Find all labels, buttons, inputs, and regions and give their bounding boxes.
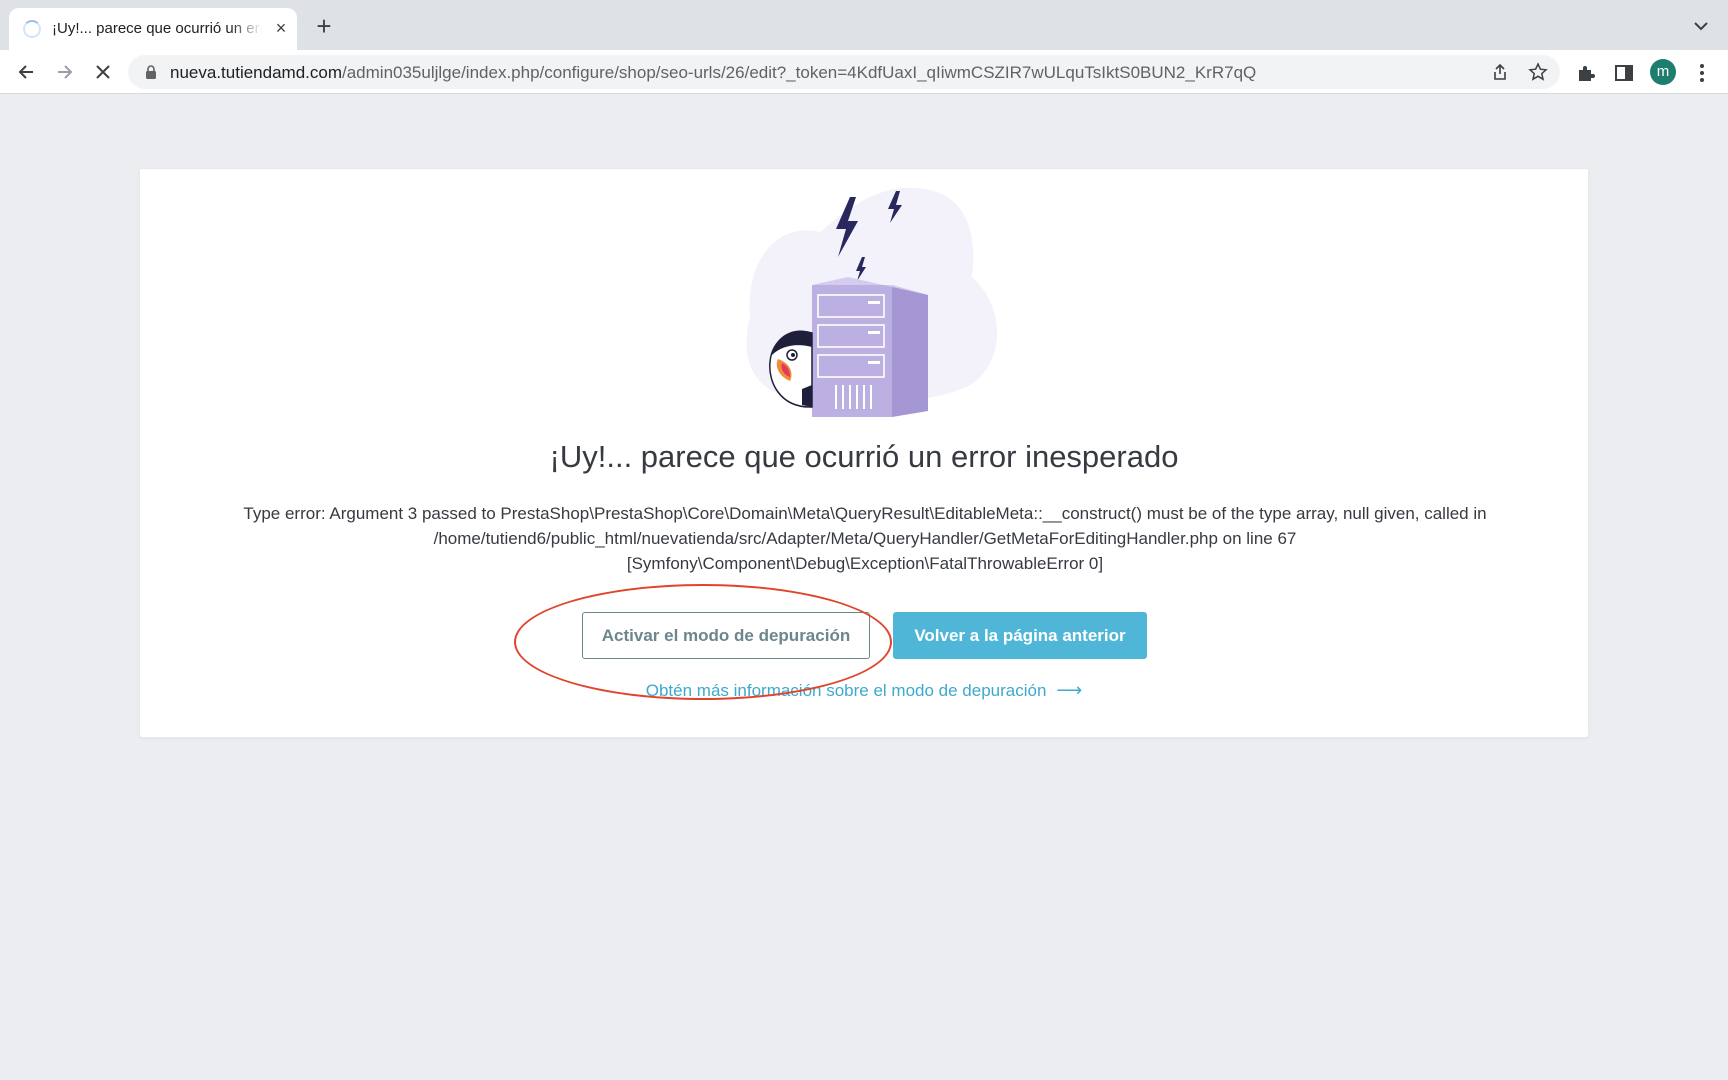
tab-strip: ¡Uy!... parece que ocurrió un error ines… (0, 0, 1728, 50)
arrow-right-icon: ⟶ (1056, 680, 1083, 700)
kebab-menu-icon[interactable] (1691, 62, 1713, 84)
go-back-button[interactable]: Volver a la página anterior (893, 612, 1147, 659)
tab-title: ¡Uy!... parece que ocurrió un error ines… (52, 20, 262, 37)
new-tab-icon[interactable]: + (311, 13, 337, 40)
address-bar[interactable]: nueva.tutiendamd.com/admin035uljlge/inde… (128, 55, 1560, 89)
error-line: Type error: Argument 3 passed to PrestaS… (243, 504, 1487, 523)
forward-arrow-icon[interactable] (51, 58, 79, 86)
url-text[interactable]: nueva.tutiendamd.com/admin035uljlge/inde… (170, 63, 1256, 83)
profile-avatar[interactable]: m (1650, 59, 1676, 85)
side-panel-icon[interactable] (1613, 62, 1635, 84)
lock-icon[interactable] (144, 65, 158, 79)
stop-loading-icon[interactable] (89, 58, 117, 86)
back-arrow-icon[interactable] (12, 58, 40, 86)
error-line: [Symfony\Component\Debug\Exception\Fatal… (626, 554, 1104, 573)
url-host: nueva.tutiendamd.com (170, 63, 342, 82)
tab-search-chevron-icon[interactable] (1690, 16, 1712, 36)
error-title: ¡Uy!... parece que ocurrió un error ines… (549, 439, 1179, 474)
server-error-illustration (746, 187, 998, 417)
loading-spinner-icon (23, 20, 41, 38)
enable-debug-mode-button[interactable]: Activar el modo de depuración (582, 612, 870, 659)
share-icon[interactable] (1490, 62, 1510, 82)
debug-mode-info-link-label: Obtén más información sobre el modo de d… (645, 681, 1047, 700)
browser-toolbar: nueva.tutiendamd.com/admin035uljlge/inde… (0, 50, 1728, 94)
browser-tab[interactable]: ¡Uy!... parece que ocurrió un error ines… (9, 8, 297, 50)
error-card: ¡Uy!... parece que ocurrió un error ines… (139, 168, 1589, 738)
url-path: /admin035uljlge/index.php/configure/shop… (342, 63, 1257, 82)
close-tab-icon[interactable]: × (271, 18, 291, 38)
error-message: Type error: Argument 3 passed to PrestaS… (200, 501, 1530, 576)
debug-mode-info-link[interactable]: Obtén más información sobre el modo de d… (140, 680, 1588, 701)
error-line: /home/tutiend6/public_html/nuevatienda/s… (433, 529, 1297, 548)
extensions-puzzle-icon[interactable] (1575, 62, 1597, 84)
bookmark-star-icon[interactable] (1528, 62, 1548, 82)
